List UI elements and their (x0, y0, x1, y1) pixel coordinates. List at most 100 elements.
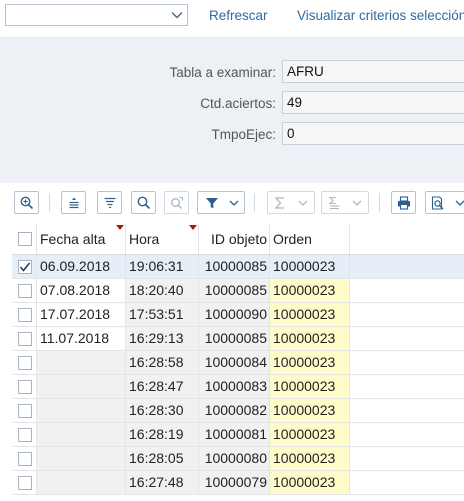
cell-orden[interactable]: 10000023 (270, 351, 350, 375)
cell-id[interactable]: 10000090 (199, 303, 270, 327)
cell-hora[interactable]: 16:28:47 (126, 375, 199, 399)
table-row[interactable]: 16:27:48 10000079 10000023 (12, 471, 464, 495)
cell-orden[interactable]: 10000023 (270, 423, 350, 447)
row-checkbox[interactable] (18, 356, 32, 370)
chevron-down-icon (298, 200, 308, 206)
cell-hora[interactable]: 19:06:31 (126, 255, 199, 279)
runtime-field[interactable]: 0 (282, 122, 464, 145)
row-select-cell[interactable] (12, 375, 37, 399)
table-row[interactable]: 16:28:19 10000081 10000023 (12, 423, 464, 447)
cell-hora[interactable]: 16:28:30 (126, 399, 199, 423)
cell-fecha[interactable] (37, 471, 126, 495)
cell-fecha[interactable]: 07.08.2018 (37, 279, 126, 303)
cell-orden[interactable]: 10000023 (270, 255, 350, 279)
cell-fecha[interactable]: 17.07.2018 (37, 303, 126, 327)
row-select-cell[interactable] (12, 327, 37, 351)
row-checkbox[interactable] (18, 308, 32, 322)
subtotal-button[interactable] (321, 191, 369, 214)
toolbar-separator (379, 193, 380, 212)
cell-orden[interactable]: 10000023 (270, 375, 350, 399)
cell-id[interactable]: 10000080 (199, 447, 270, 471)
row-checkbox[interactable] (18, 476, 32, 490)
table-row[interactable]: 16:28:30 10000082 10000023 (12, 399, 464, 423)
cell-fecha[interactable] (37, 423, 126, 447)
runtime-label: TmpoEjec: (211, 127, 276, 142)
cell-orden[interactable]: 10000023 (270, 471, 350, 495)
row-select-cell[interactable] (12, 447, 37, 471)
row-select-cell[interactable] (12, 255, 37, 279)
table-row[interactable]: 07.08.2018 18:20:40 10000085 10000023 (12, 279, 464, 303)
sort-ascending-button[interactable] (61, 191, 86, 214)
table-row[interactable]: 11.07.2018 16:29:13 10000085 10000023 (12, 327, 464, 351)
column-header-fecha[interactable]: Fecha alta (37, 223, 126, 254)
print-preview-button[interactable] (425, 191, 464, 214)
cell-hora[interactable]: 16:28:05 (126, 447, 199, 471)
row-checkbox[interactable] (18, 284, 32, 298)
cell-orden[interactable]: 10000023 (270, 279, 350, 303)
total-button[interactable] (267, 191, 315, 214)
cell-id[interactable]: 10000082 (199, 399, 270, 423)
table-field[interactable]: AFRU (282, 60, 464, 83)
row-select-cell[interactable] (12, 303, 37, 327)
find-button[interactable] (131, 191, 156, 214)
filter-button[interactable] (197, 191, 245, 214)
details-button[interactable] (14, 191, 39, 214)
row-checkbox[interactable] (18, 260, 32, 274)
table-row[interactable]: 06.09.2018 19:06:31 10000085 10000023 (12, 255, 464, 279)
table-row[interactable]: 17.07.2018 17:53:51 10000090 10000023 (12, 303, 464, 327)
cell-id[interactable]: 10000084 (199, 351, 270, 375)
select-all-cell[interactable] (12, 223, 37, 254)
row-checkbox[interactable] (18, 452, 32, 466)
select-all-checkbox[interactable] (18, 232, 32, 246)
cell-hora[interactable]: 16:28:58 (126, 351, 199, 375)
print-button[interactable] (391, 191, 416, 214)
cell-orden[interactable]: 10000023 (270, 447, 350, 471)
cell-fecha[interactable] (37, 351, 126, 375)
cell-fecha[interactable]: 11.07.2018 (37, 327, 126, 351)
cell-id[interactable]: 10000085 (199, 255, 270, 279)
hits-field[interactable]: 49 (282, 91, 464, 114)
cell-orden[interactable]: 10000023 (270, 303, 350, 327)
row-select-cell[interactable] (12, 471, 37, 495)
row-checkbox[interactable] (18, 404, 32, 418)
column-header-hora[interactable]: Hora (126, 223, 199, 254)
row-select-cell[interactable] (12, 351, 37, 375)
variant-dropdown[interactable] (5, 4, 188, 26)
table-row[interactable]: 16:28:47 10000083 10000023 (12, 375, 464, 399)
cell-orden[interactable]: 10000023 (270, 399, 350, 423)
cell-fecha[interactable] (37, 447, 126, 471)
refresh-button[interactable]: Refrescar (209, 8, 268, 23)
sort-descending-button[interactable] (97, 191, 122, 214)
cell-id[interactable]: 10000085 (199, 279, 270, 303)
search-next-icon (170, 196, 183, 209)
cell-id[interactable]: 10000083 (199, 375, 270, 399)
cell-id[interactable]: 10000081 (199, 423, 270, 447)
cell-hora[interactable]: 16:28:19 (126, 423, 199, 447)
cell-hora[interactable]: 16:27:48 (126, 471, 199, 495)
cell-fecha[interactable]: 06.09.2018 (37, 255, 126, 279)
cell-fecha[interactable] (37, 399, 126, 423)
cell-id[interactable]: 10000085 (199, 327, 270, 351)
table-row[interactable]: 16:28:58 10000084 10000023 (12, 351, 464, 375)
column-header-orden[interactable]: Orden (270, 223, 350, 254)
cell-hora[interactable]: 17:53:51 (126, 303, 199, 327)
cell-hora[interactable]: 16:29:13 (126, 327, 199, 351)
show-selection-criteria-button[interactable]: Visualizar criterios selección (297, 8, 464, 23)
cell-fecha[interactable] (37, 375, 126, 399)
row-checkbox[interactable] (18, 428, 32, 442)
find-next-button[interactable] (164, 191, 189, 214)
cell-filler (350, 279, 464, 303)
column-header-filler (350, 223, 464, 254)
sum-icon (274, 196, 284, 209)
grid-toolbar (0, 183, 464, 221)
cell-id[interactable]: 10000079 (199, 471, 270, 495)
column-header-id[interactable]: ID objeto (199, 223, 270, 254)
cell-orden[interactable]: 10000023 (270, 327, 350, 351)
row-checkbox[interactable] (18, 380, 32, 394)
row-checkbox[interactable] (18, 332, 32, 346)
row-select-cell[interactable] (12, 423, 37, 447)
table-row[interactable]: 16:28:05 10000080 10000023 (12, 447, 464, 471)
row-select-cell[interactable] (12, 399, 37, 423)
row-select-cell[interactable] (12, 279, 37, 303)
cell-hora[interactable]: 18:20:40 (126, 279, 199, 303)
